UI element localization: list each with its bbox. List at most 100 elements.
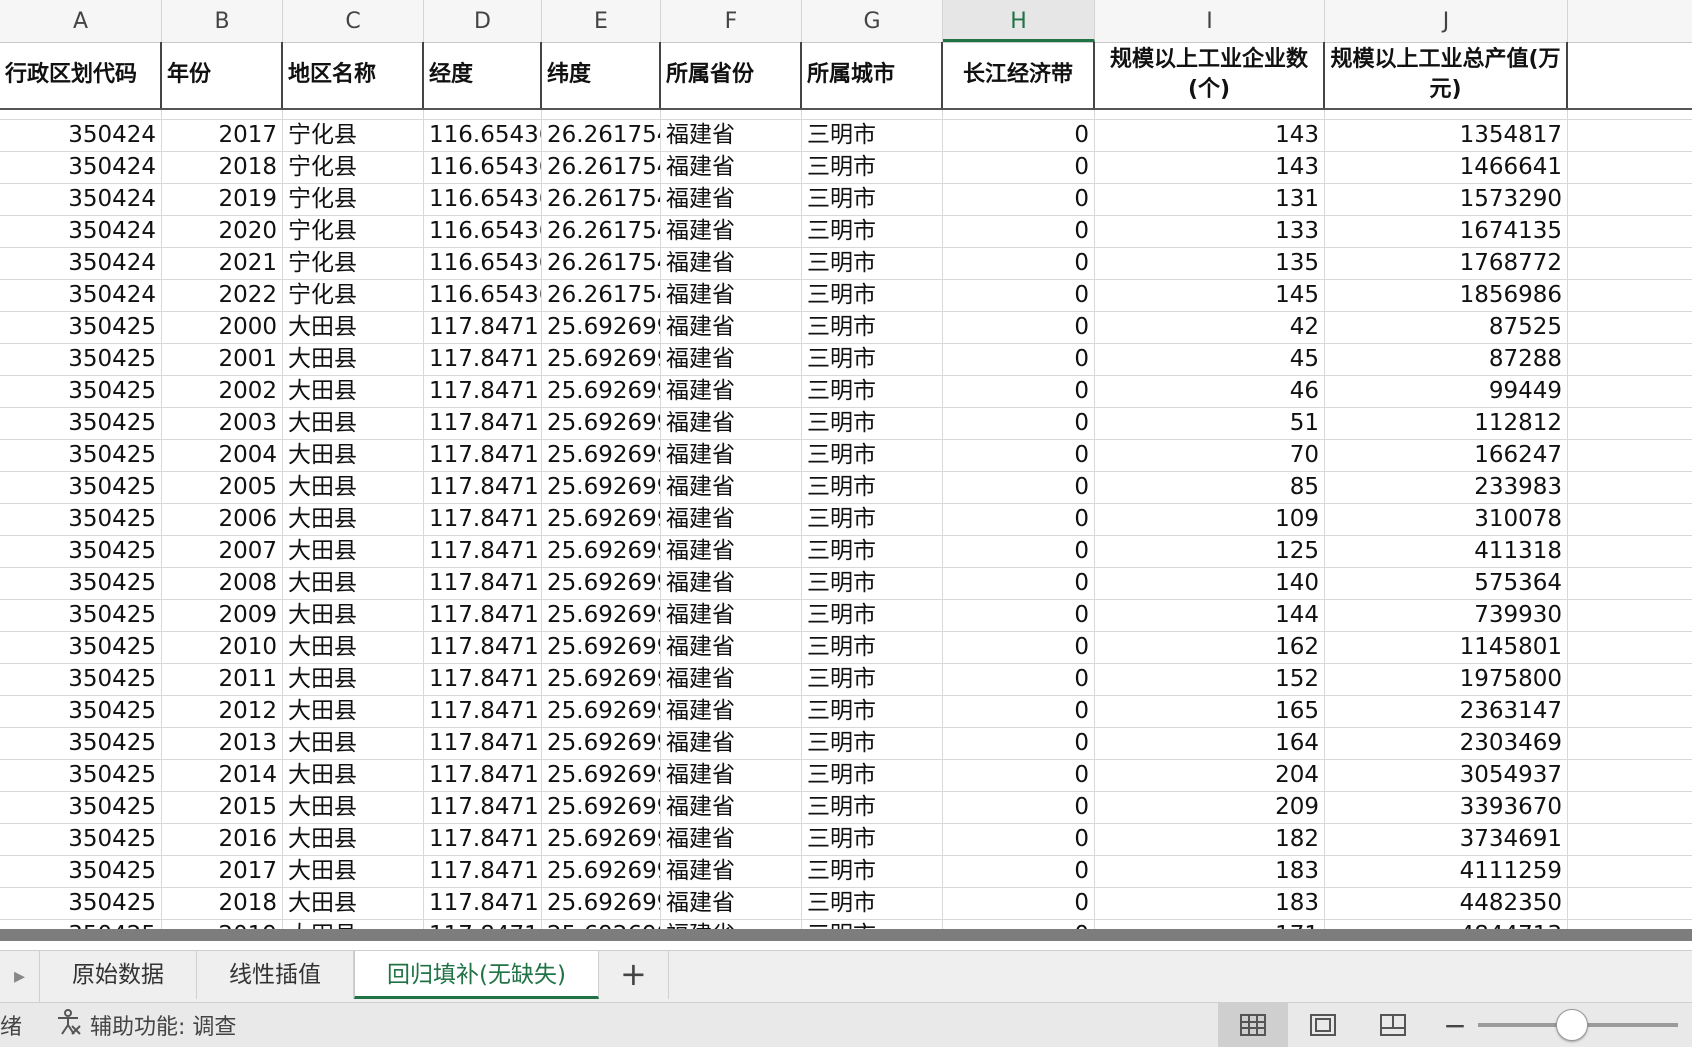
table-cell[interactable]: 350424 <box>0 120 162 151</box>
table-cell[interactable]: 三明市 <box>802 536 943 567</box>
table-cell[interactable]: 117.847115 <box>424 568 542 599</box>
table-cell[interactable]: 135 <box>1095 248 1325 279</box>
table-cell[interactable]: 117.847115 <box>424 824 542 855</box>
table-cell[interactable]: 3734691 <box>1325 824 1568 855</box>
table-cell[interactable]: 2000 <box>162 312 283 343</box>
zoom-out-button[interactable]: − <box>1440 1009 1470 1042</box>
table-cell[interactable]: 117.847115 <box>424 504 542 535</box>
table-cell[interactable]: 宁化县 <box>283 248 424 279</box>
header-cell[interactable]: 地区名称 <box>283 42 424 108</box>
table-cell[interactable]: 116.654365 <box>424 152 542 183</box>
table-cell[interactable]: 25.692699 <box>542 696 661 727</box>
table-cell[interactable]: 三明市 <box>802 568 943 599</box>
table-cell[interactable]: 大田县 <box>283 408 424 439</box>
table-cell[interactable]: 411318 <box>1325 536 1568 567</box>
table-cell[interactable]: 1145801 <box>1325 632 1568 663</box>
table-cell[interactable]: 1768772 <box>1325 248 1568 279</box>
table-cell[interactable]: 2010 <box>162 632 283 663</box>
table-cell[interactable]: 三明市 <box>802 280 943 311</box>
table-cell[interactable]: 0 <box>943 472 1095 503</box>
table-cell[interactable]: 2011 <box>162 664 283 695</box>
table-cell[interactable]: 福建省 <box>661 120 802 151</box>
table-cell[interactable]: 1856986 <box>1325 280 1568 311</box>
table-cell[interactable]: 70 <box>1095 440 1325 471</box>
table-cell[interactable]: 164 <box>1095 728 1325 759</box>
table-cell[interactable]: 0 <box>943 696 1095 727</box>
table-cell[interactable]: 350424 <box>0 280 162 311</box>
column-header-g[interactable]: G <box>802 0 943 42</box>
table-cell[interactable]: 350425 <box>0 760 162 791</box>
table-cell[interactable]: 2009 <box>162 600 283 631</box>
table-cell[interactable]: 福建省 <box>661 184 802 215</box>
header-cell[interactable]: 长江经济带 <box>943 42 1095 108</box>
table-cell[interactable]: 0 <box>943 888 1095 919</box>
table-cell[interactable]: 2019 <box>162 184 283 215</box>
table-cell[interactable]: 350424 <box>0 184 162 215</box>
table-cell[interactable]: 2003 <box>162 408 283 439</box>
table-cell[interactable]: 117.847115 <box>424 472 542 503</box>
table-cell[interactable]: 2022 <box>162 280 283 311</box>
table-cell[interactable]: 116.654365 <box>424 216 542 247</box>
table-cell[interactable]: 1975800 <box>1325 664 1568 695</box>
table-cell[interactable]: 51 <box>1095 408 1325 439</box>
table-cell[interactable]: 4482350 <box>1325 888 1568 919</box>
table-cell[interactable]: 25.692699 <box>542 568 661 599</box>
scroll-tabs-icon[interactable]: ▸ <box>0 951 40 1003</box>
table-cell[interactable]: 117.847115 <box>424 440 542 471</box>
normal-view-icon[interactable] <box>1218 1003 1288 1047</box>
table-cell[interactable]: 福建省 <box>661 472 802 503</box>
table-cell[interactable]: 117.847115 <box>424 408 542 439</box>
table-cell[interactable]: 25.692699 <box>542 408 661 439</box>
table-cell[interactable]: 三明市 <box>802 792 943 823</box>
table-cell[interactable]: 三明市 <box>802 216 943 247</box>
table-cell[interactable]: 25.692699 <box>542 472 661 503</box>
table-cell[interactable]: 2008 <box>162 568 283 599</box>
column-header-d[interactable]: D <box>424 0 542 42</box>
table-cell[interactable]: 125 <box>1095 536 1325 567</box>
table-cell[interactable]: 0 <box>943 568 1095 599</box>
table-cell[interactable]: 三明市 <box>802 472 943 503</box>
table-cell[interactable]: 福建省 <box>661 792 802 823</box>
table-cell[interactable]: 0 <box>943 760 1095 791</box>
table-cell[interactable]: 116.654365 <box>424 120 542 151</box>
table-cell[interactable]: 大田县 <box>283 312 424 343</box>
table-cell[interactable]: 42 <box>1095 312 1325 343</box>
table-cell[interactable]: 三明市 <box>802 376 943 407</box>
table-cell[interactable]: 大田县 <box>283 472 424 503</box>
table-cell[interactable]: 182 <box>1095 824 1325 855</box>
table-cell[interactable]: 117.847115 <box>424 856 542 887</box>
table-cell[interactable]: 大田县 <box>283 856 424 887</box>
table-cell[interactable]: 三明市 <box>802 152 943 183</box>
table-cell[interactable]: 三明市 <box>802 760 943 791</box>
table-cell[interactable]: 大田县 <box>283 696 424 727</box>
table-cell[interactable]: 25.692699 <box>542 440 661 471</box>
table-cell[interactable]: 福建省 <box>661 440 802 471</box>
table-cell[interactable]: 0 <box>943 344 1095 375</box>
table-cell[interactable]: 117.847115 <box>424 696 542 727</box>
table-cell[interactable]: 162 <box>1095 632 1325 663</box>
table-cell[interactable]: 大田县 <box>283 536 424 567</box>
table-cell[interactable]: 宁化县 <box>283 280 424 311</box>
table-cell[interactable]: 2006 <box>162 504 283 535</box>
table-cell[interactable]: 117.847115 <box>424 632 542 663</box>
table-cell[interactable]: 87288 <box>1325 344 1568 375</box>
table-cell[interactable]: 145 <box>1095 280 1325 311</box>
table-cell[interactable]: 福建省 <box>661 760 802 791</box>
header-cell[interactable]: 纬度 <box>542 42 661 108</box>
table-cell[interactable]: 26.261754 <box>542 120 661 151</box>
table-cell[interactable]: 大田县 <box>283 888 424 919</box>
table-cell[interactable]: 大田县 <box>283 760 424 791</box>
table-cell[interactable]: 2020 <box>162 216 283 247</box>
table-cell[interactable]: 0 <box>943 152 1095 183</box>
table-cell[interactable]: 2007 <box>162 536 283 567</box>
table-cell[interactable]: 204 <box>1095 760 1325 791</box>
table-cell[interactable]: 350425 <box>0 408 162 439</box>
table-cell[interactable]: 350425 <box>0 632 162 663</box>
table-cell[interactable]: 2005 <box>162 472 283 503</box>
table-cell[interactable]: 310078 <box>1325 504 1568 535</box>
table-cell[interactable]: 0 <box>943 824 1095 855</box>
table-cell[interactable]: 25.692699 <box>542 664 661 695</box>
table-cell[interactable]: 117.847115 <box>424 664 542 695</box>
table-cell[interactable]: 0 <box>943 376 1095 407</box>
column-header-a[interactable]: A <box>0 0 162 42</box>
